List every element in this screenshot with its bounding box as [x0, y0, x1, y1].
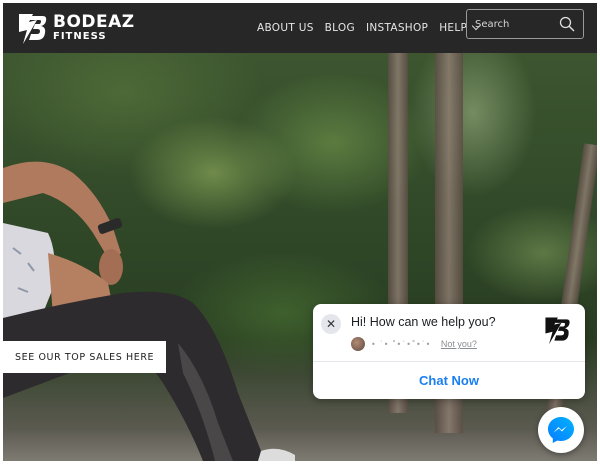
chat-user-row: • ˙• ˚•˙•˚•˙• Not you? [351, 337, 477, 351]
top-sales-button[interactable]: SEE OUR TOP SALES HERE [3, 341, 166, 373]
nav-instashop[interactable]: INSTASHOP [366, 22, 428, 34]
logo-icon [19, 14, 47, 44]
hero-banner: SEE OUR TOP SALES HERE [3, 53, 597, 461]
nav-blog[interactable]: BLOG [325, 22, 355, 34]
page-frame: BODEAZ FITNESS ABOUT US BLOG INSTASHOP H… [3, 3, 597, 461]
close-icon[interactable]: ✕ [321, 314, 341, 334]
chat-popup: ✕ Hi! How can we help you? • ˙• ˚•˙•˚•˙•… [313, 304, 585, 399]
chat-greeting: Hi! How can we help you? [351, 315, 496, 329]
messenger-icon [548, 417, 574, 443]
brand-logo[interactable]: BODEAZ FITNESS [13, 10, 135, 46]
chat-now-button[interactable]: Chat Now [313, 362, 585, 399]
hero-athlete-image [3, 161, 295, 461]
logo-icon [545, 317, 570, 345]
brand-name: BODEAZ [53, 12, 135, 32]
search-box [466, 9, 584, 39]
messenger-button[interactable] [538, 407, 584, 453]
search-icon[interactable] [559, 16, 575, 32]
nav-about-us[interactable]: ABOUT US [257, 22, 314, 34]
main-nav: ABOUT US BLOG INSTASHOP HELP [257, 3, 490, 53]
chat-user-name: • ˙• ˚•˙•˚•˙• [371, 339, 431, 349]
nav-help-label: HELP [439, 22, 468, 34]
avatar [351, 337, 365, 351]
search-input[interactable] [475, 18, 555, 30]
site-header: BODEAZ FITNESS ABOUT US BLOG INSTASHOP H… [3, 3, 597, 53]
top-sales-label: SEE OUR TOP SALES HERE [15, 351, 155, 363]
not-you-link[interactable]: Not you? [441, 339, 477, 349]
brand-tagline: FITNESS [53, 31, 107, 42]
